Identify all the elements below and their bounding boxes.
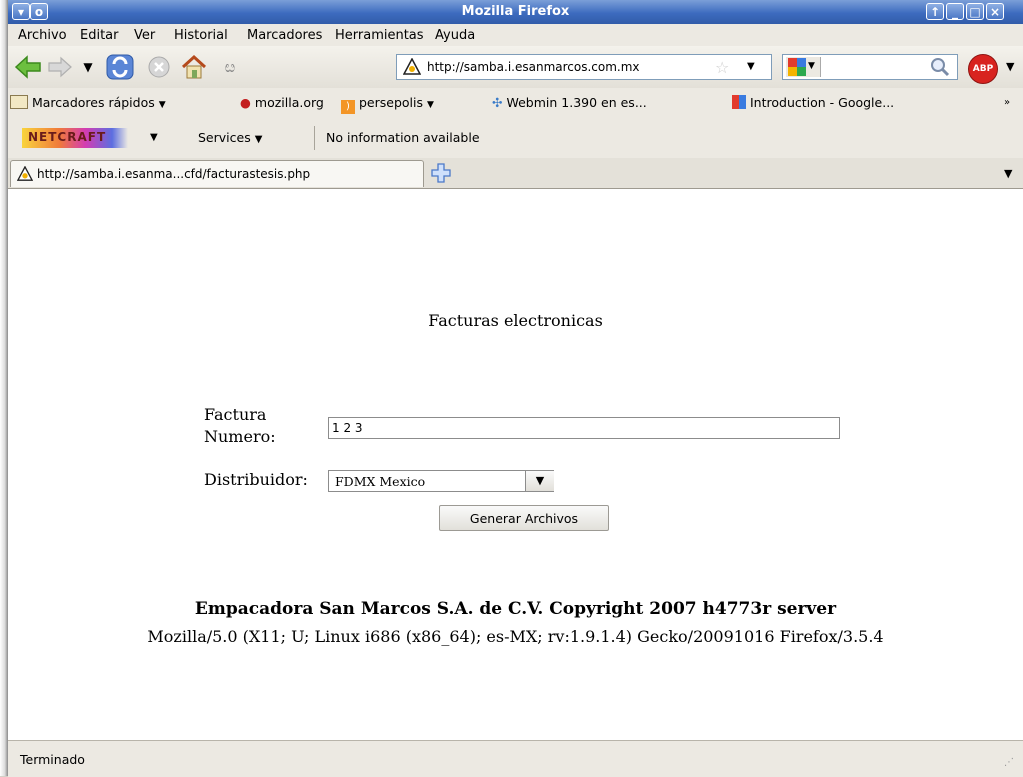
adblock-label: ABP	[972, 64, 994, 74]
services-label: Services	[198, 130, 251, 145]
resize-grip-icon[interactable]: ⋰	[1004, 757, 1014, 768]
chevron-down-icon: ▼	[254, 134, 263, 145]
menu-ayuda[interactable]: Ayuda	[435, 28, 475, 43]
window-shade-button[interactable]: ↑	[926, 3, 944, 20]
bookmark-marcadores-rapidos[interactable]: Marcadores rápidos ▼	[10, 95, 166, 110]
netcraft-dropdown-icon[interactable]: ▼	[150, 132, 158, 143]
toolbar-divider	[314, 126, 315, 150]
chevron-down-icon: ▼	[158, 100, 166, 110]
search-input[interactable]	[825, 58, 919, 74]
magnifier-icon[interactable]	[929, 56, 951, 81]
factura-label-line2: Numero:	[204, 427, 276, 446]
status-text: Terminado	[20, 752, 85, 767]
factura-numero-input[interactable]	[328, 417, 840, 439]
forward-icon[interactable]	[46, 54, 74, 80]
tab-facturastesis[interactable]: http://samba.i.esanma...cfd/facturastesi…	[10, 160, 424, 187]
rss-feed-icon: )	[341, 100, 355, 114]
menu-ver[interactable]: Ver	[134, 28, 155, 43]
netcraft-info: No information available	[326, 130, 480, 145]
search-engine-selector[interactable]: ▼	[786, 57, 821, 77]
menu-editar[interactable]: Editar	[80, 28, 119, 43]
folder-icon	[10, 95, 28, 109]
adblock-icon[interactable]: ABP	[968, 54, 998, 84]
bookmark-label: Introduction - Google...	[749, 95, 895, 110]
bookmarks-toolbar: Marcadores rápidos ▼ ● mozilla.org ) per…	[8, 88, 1023, 119]
page-content: Facturas electronicas Factura Numero: Di…	[8, 189, 1023, 740]
search-bar[interactable]: ▼	[782, 54, 958, 80]
window-minimize-button[interactable]: _	[946, 3, 964, 20]
chevron-down-icon[interactable]: ▼	[525, 471, 554, 491]
window-close-button[interactable]: ×	[986, 3, 1004, 20]
generar-archivos-button[interactable]: Generar Archivos	[439, 505, 609, 531]
reload-icon[interactable]	[106, 54, 134, 80]
menubar: Archivo Editar Ver Historial Marcadores …	[8, 24, 1023, 46]
chevron-down-icon: ▼	[426, 100, 434, 110]
tab-strip: http://samba.i.esanma...cfd/facturastesi…	[8, 158, 1023, 189]
google-icon	[788, 58, 806, 79]
bookmark-label: Marcadores rápidos	[31, 95, 155, 110]
desktop-edge	[0, 0, 8, 776]
window-title: Mozilla Firefox	[461, 4, 570, 19]
factura-numero-label: Factura Numero:	[204, 404, 276, 448]
url-text[interactable]: http://samba.i.esanmarcos.com.mx	[427, 60, 640, 74]
user-agent-text: Mozilla/5.0 (X11; U; Linux i686 (x86_64)…	[147, 627, 884, 646]
home-icon[interactable]	[180, 54, 208, 80]
bookmark-persepolis[interactable]: ) persepolis ▼	[341, 95, 434, 114]
webmin-icon: ✣	[492, 95, 503, 110]
bookmark-label: persepolis	[358, 95, 423, 110]
window-maximize-button[interactable]: □	[966, 3, 984, 20]
factura-label-line1: Factura	[204, 405, 267, 424]
star-icon[interactable]: ☆	[715, 58, 729, 77]
adblock-dropdown-icon[interactable]: ▼	[1006, 60, 1014, 73]
menu-marcadores[interactable]: Marcadores	[247, 28, 322, 43]
window-titlebar[interactable]: ▾ o Mozilla Firefox ↑ _ □ ×	[8, 0, 1023, 24]
tab-favicon-icon	[16, 165, 34, 185]
tab-list-dropdown-icon[interactable]: ▼	[1004, 167, 1012, 180]
bookmark-label: mozilla.org	[254, 95, 324, 110]
share-icon[interactable]: ೞ	[216, 54, 244, 80]
bookmark-label: Webmin 1.390 en es...	[506, 95, 647, 110]
page-title: Facturas electronicas	[428, 311, 603, 330]
bookmark-webmin[interactable]: ✣ Webmin 1.390 en es...	[492, 95, 647, 110]
back-icon[interactable]	[14, 54, 42, 80]
bookmarks-overflow-button[interactable]: »	[1004, 97, 1010, 108]
menu-herramientas[interactable]: Herramientas	[335, 28, 424, 43]
status-bar: Terminado ⋰	[8, 740, 1023, 777]
netcraft-logo[interactable]: NETCRAFT	[22, 128, 128, 148]
bookmark-mozilla[interactable]: ● mozilla.org	[240, 95, 324, 110]
netcraft-toolbar: NETCRAFT ▼ Services ▼ No information ava…	[8, 118, 1023, 159]
distribuidor-label: Distribuidor:	[204, 470, 308, 489]
menu-archivo[interactable]: Archivo	[18, 28, 67, 43]
copyright-footer: Empacadora San Marcos S.A. de C.V. Copyr…	[194, 599, 837, 619]
history-dropdown-icon[interactable]: ▼	[74, 54, 102, 80]
distribuidor-selected: FDMX Mexico	[335, 474, 426, 489]
tab-label: http://samba.i.esanma...cfd/facturastesi…	[37, 167, 311, 181]
mozilla-icon: ●	[240, 95, 251, 110]
search-engine-dropdown-icon: ▼	[808, 61, 815, 71]
url-bar[interactable]: http://samba.i.esanmarcos.com.mx ☆ ▼	[396, 54, 772, 80]
navigation-toolbar: ▼ ೞ http://samba.i.esanmarcos.com.mx ☆ ▼…	[8, 46, 1023, 89]
stop-icon[interactable]	[145, 54, 173, 80]
google-icon	[732, 95, 746, 109]
url-dropdown-icon[interactable]: ▼	[747, 61, 755, 72]
site-favicon-icon	[402, 57, 422, 79]
bookmark-introduction-google[interactable]: Introduction - Google...	[732, 95, 894, 110]
netcraft-logo-text: NETCRAFT	[28, 130, 107, 144]
netcraft-services-menu[interactable]: Services ▼	[198, 130, 262, 145]
menu-historial[interactable]: Historial	[174, 28, 228, 43]
new-tab-icon[interactable]	[430, 162, 452, 184]
distribuidor-select[interactable]: FDMX Mexico ▼	[328, 470, 554, 492]
